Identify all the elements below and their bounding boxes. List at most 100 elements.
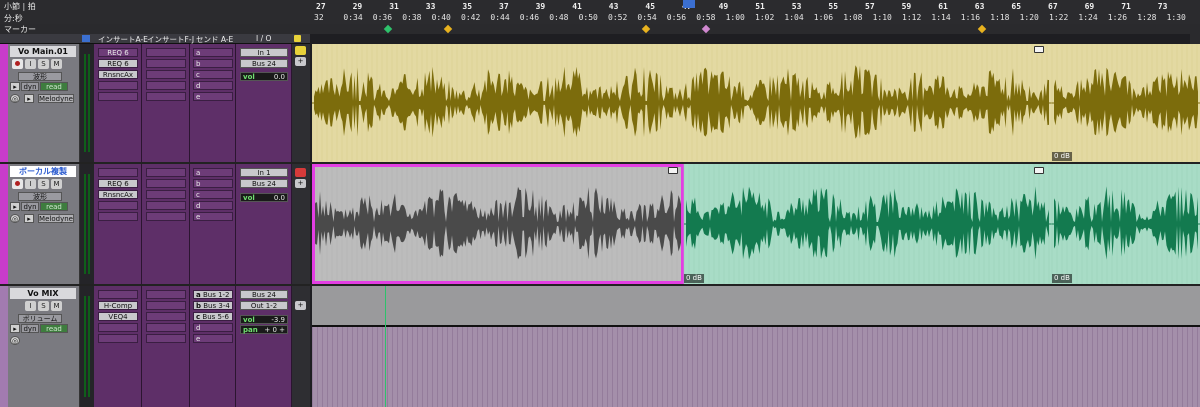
insert-slot-e[interactable] (98, 92, 138, 101)
volume-value[interactable]: 0.0 (274, 194, 285, 202)
track-name[interactable]: ボーカル複製 (10, 166, 76, 177)
output-selector[interactable]: Out 1-2 (240, 301, 288, 310)
audio-region-vo-main[interactable] (312, 44, 1200, 162)
melodyne-plugin-slot[interactable]: Melodyne (38, 214, 74, 223)
automation-button[interactable]: ▸ (10, 82, 20, 91)
insert-slot-c[interactable]: RnsncAx (98, 190, 138, 199)
automation-label[interactable]: dyn (21, 82, 39, 91)
track-close-icon[interactable] (295, 168, 306, 177)
insert-slot-i[interactable] (146, 81, 186, 90)
melodyne-plugin-slot[interactable]: Melodyne (38, 94, 74, 103)
automation-mode-selector[interactable]: read (40, 324, 68, 333)
insert-slot-h[interactable] (146, 190, 186, 199)
insert-slot-c[interactable]: RnsncAx (98, 70, 138, 79)
send-bus-3-4[interactable]: Bus 3-4 (203, 302, 230, 309)
insert-slot-e[interactable] (98, 334, 138, 343)
track-plus-icon[interactable]: + (295, 57, 306, 66)
volume-field[interactable]: vol 0.0 (240, 72, 288, 81)
insert-slot-j[interactable] (146, 212, 186, 221)
audio-region-vocal-duplicate[interactable] (312, 164, 1200, 284)
solo-button[interactable]: S (38, 59, 49, 69)
solo-button[interactable]: S (38, 179, 49, 189)
track-name[interactable]: Vo Main.01 (10, 46, 76, 57)
insert-slot-a[interactable] (98, 290, 138, 299)
input-selector[interactable]: In 1 (240, 48, 288, 57)
send-slot-d[interactable]: d (193, 201, 233, 210)
send-slot-e[interactable]: e (193, 212, 233, 221)
volume-field[interactable]: vol -3.9 (240, 315, 288, 324)
record-arm-button[interactable] (12, 179, 23, 189)
insert-slot-b[interactable]: H-Comp (98, 301, 138, 310)
insert-slot-f[interactable] (146, 168, 186, 177)
insert-slot-j[interactable] (146, 92, 186, 101)
insert-slot-b[interactable]: REQ 6 (98, 59, 138, 68)
send-slot-d[interactable]: d (193, 81, 233, 90)
playlist-lane[interactable]: 0 dB 0 dB (312, 164, 1200, 284)
send-bus-5-6[interactable]: Bus 5-6 (202, 313, 229, 320)
playhead-icon[interactable] (683, 0, 695, 8)
automation-button[interactable]: ▸ (10, 324, 20, 333)
send-slot-c[interactable]: c Bus 5-6 (193, 312, 233, 321)
insert-slot-i[interactable] (146, 201, 186, 210)
insert-slot-g[interactable] (146, 301, 186, 310)
insert-slot-f[interactable] (146, 290, 186, 299)
clip-gain-badge-right[interactable]: 0 dB (1052, 274, 1072, 283)
automation-button[interactable]: ▸ (10, 202, 20, 211)
input-monitor-button[interactable]: I (25, 301, 36, 311)
insert-slot-i[interactable] (146, 323, 186, 332)
clip-gain-badge-left[interactable]: 0 dB (684, 274, 704, 283)
output-selector[interactable]: Bus 24 (240, 59, 288, 68)
track-vo-mix[interactable]: Vo MIX I S M ボリューム ▸ dyn read ◎ H-Comp V… (0, 286, 1200, 407)
insert-slot-b[interactable]: REQ 6 (98, 179, 138, 188)
insert-slot-d[interactable] (98, 81, 138, 90)
insert-slot-c[interactable]: VEQ4 (98, 312, 138, 321)
insert-slot-a[interactable] (98, 168, 138, 177)
track-view-selector[interactable]: ボリューム (18, 314, 62, 323)
send-slot-b[interactable]: b Bus 3-4 (193, 301, 233, 310)
arrow-icon[interactable]: ▸ (24, 214, 34, 223)
input-monitor-button[interactable]: I (25, 179, 36, 189)
elastic-audio-icon[interactable]: ◎ (10, 94, 20, 103)
volume-automation-lane[interactable] (312, 286, 1200, 407)
send-slot-e[interactable]: e (193, 334, 233, 343)
automation-label[interactable]: dyn (21, 324, 39, 333)
lock-icon[interactable] (294, 35, 301, 42)
insert-slot-d[interactable] (98, 323, 138, 332)
input-monitor-button[interactable]: I (25, 59, 36, 69)
track-view-selector[interactable]: 波形 (18, 192, 62, 201)
automation-mode-selector[interactable]: read (40, 202, 68, 211)
track-vocal-duplicate[interactable]: ボーカル複製 I S M 波形 ▸ dyn read ◎ ▸ Melodyne … (0, 164, 1200, 286)
marker-ruler[interactable]: マーカー (0, 24, 1200, 34)
send-slot-c[interactable]: c (193, 70, 233, 79)
insert-slot-e[interactable] (98, 212, 138, 221)
arrow-icon[interactable]: ▸ (24, 94, 34, 103)
track-view-selector[interactable]: 波形 (18, 72, 62, 81)
send-slot-a[interactable]: a (193, 168, 233, 177)
pan-value[interactable]: + 0 + (264, 326, 285, 334)
volume-field[interactable]: vol 0.0 (240, 193, 288, 202)
send-slot-a[interactable]: a Bus 1-2 (193, 290, 233, 299)
clip-gain-badge[interactable]: 0 dB (1052, 152, 1072, 161)
track-plus-icon[interactable]: + (295, 179, 306, 188)
send-bus-1-2[interactable]: Bus 1-2 (203, 291, 230, 298)
track-plus-icon[interactable]: + (295, 301, 306, 310)
insert-slot-g[interactable] (146, 179, 186, 188)
input-selector[interactable]: Bus 24 (240, 290, 288, 299)
insert-slot-h[interactable] (146, 70, 186, 79)
pan-field[interactable]: pan + 0 + (240, 325, 288, 334)
show-hide-icon[interactable] (82, 35, 90, 42)
volume-value[interactable]: 0.0 (274, 73, 285, 81)
track-vo-main[interactable]: Vo Main.01 I S M 波形 ▸ dyn read ◎ ▸ Melod… (0, 44, 1200, 164)
track-name[interactable]: Vo MIX (10, 288, 76, 299)
output-selector[interactable]: Bus 24 (240, 179, 288, 188)
send-slot-c[interactable]: c (193, 190, 233, 199)
insert-slot-a[interactable]: REQ 6 (98, 48, 138, 57)
playlist-lane[interactable]: 0 dB (312, 44, 1200, 162)
send-slot-b[interactable]: b (193, 59, 233, 68)
solo-button[interactable]: S (38, 301, 49, 311)
elastic-audio-icon[interactable]: ◎ (10, 214, 20, 223)
automation-mode-selector[interactable]: read (40, 82, 68, 91)
mute-button[interactable]: M (51, 179, 62, 189)
insert-slot-j[interactable] (146, 334, 186, 343)
track-lock-icon[interactable] (295, 46, 306, 55)
